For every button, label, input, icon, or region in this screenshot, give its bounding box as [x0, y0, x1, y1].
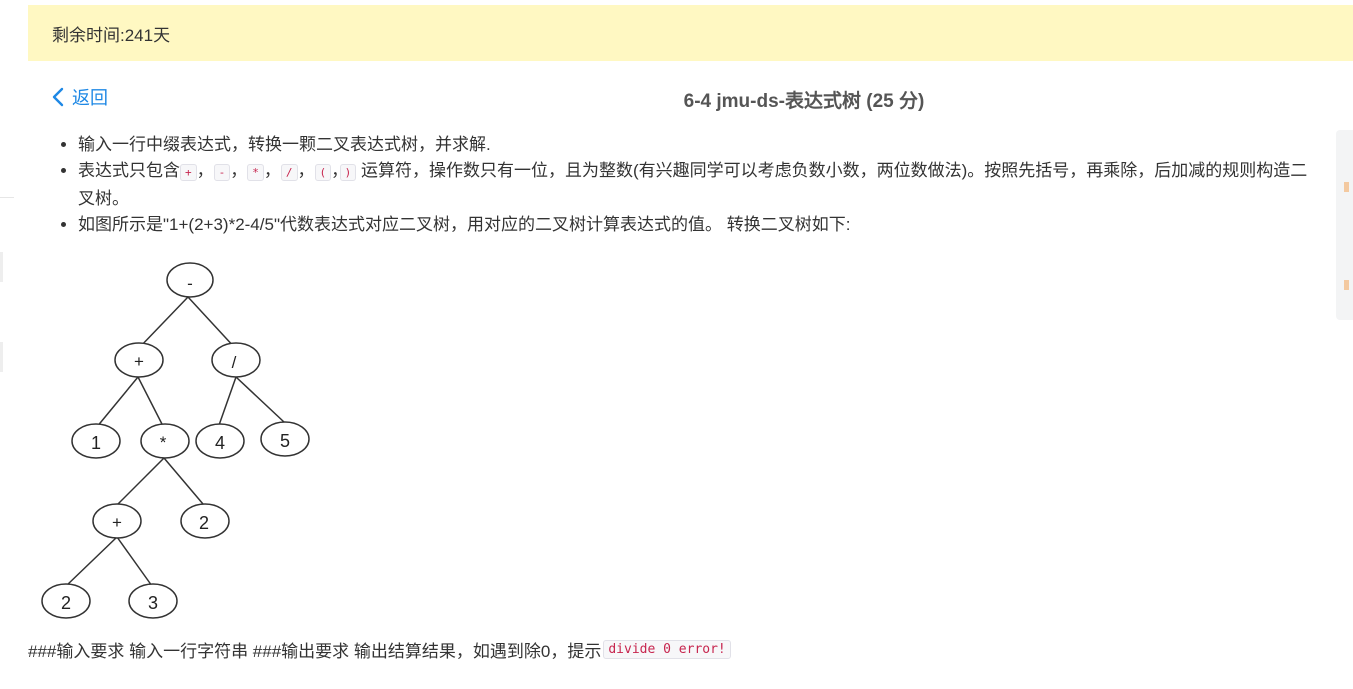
operator-code: / — [280, 164, 298, 181]
node-label: 1 — [91, 433, 101, 453]
problem-header: 返回 6-4 jmu-ds-表达式树 (25 分) — [0, 80, 1353, 116]
side-panel-collapsed[interactable] — [1336, 130, 1353, 320]
node-label: + — [112, 513, 122, 532]
io-requirements: ###输入要求 输入一行字符串 ###输出要求 输出结算结果，如遇到除0，提示 d… — [28, 637, 731, 662]
operator-code: * — [247, 164, 264, 181]
remaining-time-banner: 剩余时间:241天 — [28, 5, 1353, 61]
node-label: - — [187, 274, 193, 293]
node-label: 2 — [61, 593, 71, 613]
remaining-time-text: 剩余时间:241天 — [52, 25, 171, 45]
problem-description: 输入一行中缀表达式，转换一颗二叉表达式树，并求解. 表达式只包含+，-，*，/，… — [58, 132, 1320, 238]
left-divider — [0, 197, 14, 198]
node-label: * — [160, 433, 167, 452]
error-message-code: divide 0 error! — [603, 640, 731, 659]
operator-code: - — [213, 164, 231, 181]
node-label: 3 — [148, 593, 158, 613]
tree-nodes — [41, 262, 310, 619]
operator-code: ) — [339, 164, 357, 181]
node-label: 4 — [215, 433, 225, 453]
list-item: 输入一行中缀表达式，转换一颗二叉表达式树，并求解. — [78, 132, 1320, 158]
operator-code: + — [180, 164, 197, 181]
side-marker — [1344, 280, 1349, 290]
side-marker — [1344, 182, 1349, 192]
requirements-text: ###输入要求 输入一行字符串 ###输出要求 输出结算结果，如遇到除0，提示 — [28, 642, 602, 661]
expression-tree-figure: - + / 1 * 4 5 + 2 2 3 — [41, 262, 310, 619]
node-label: + — [134, 352, 144, 371]
left-edge-mark — [0, 342, 3, 372]
node-label: 5 — [280, 431, 290, 451]
node-label: / — [232, 353, 237, 372]
left-edge-mark — [0, 252, 3, 282]
node-label: 2 — [199, 513, 209, 533]
page-title: 6-4 jmu-ds-表达式树 (25 分) — [683, 91, 925, 112]
operator-code: ( — [314, 164, 332, 181]
list-item: 表达式只包含+，-，*，/，(，) 运算符，操作数只有一位，且为整数(有兴趣同学… — [78, 158, 1320, 212]
list-item: 如图所示是"1+(2+3)*2-4/5"代数表达式对应二叉树，用对应的二叉树计算… — [78, 212, 1320, 238]
